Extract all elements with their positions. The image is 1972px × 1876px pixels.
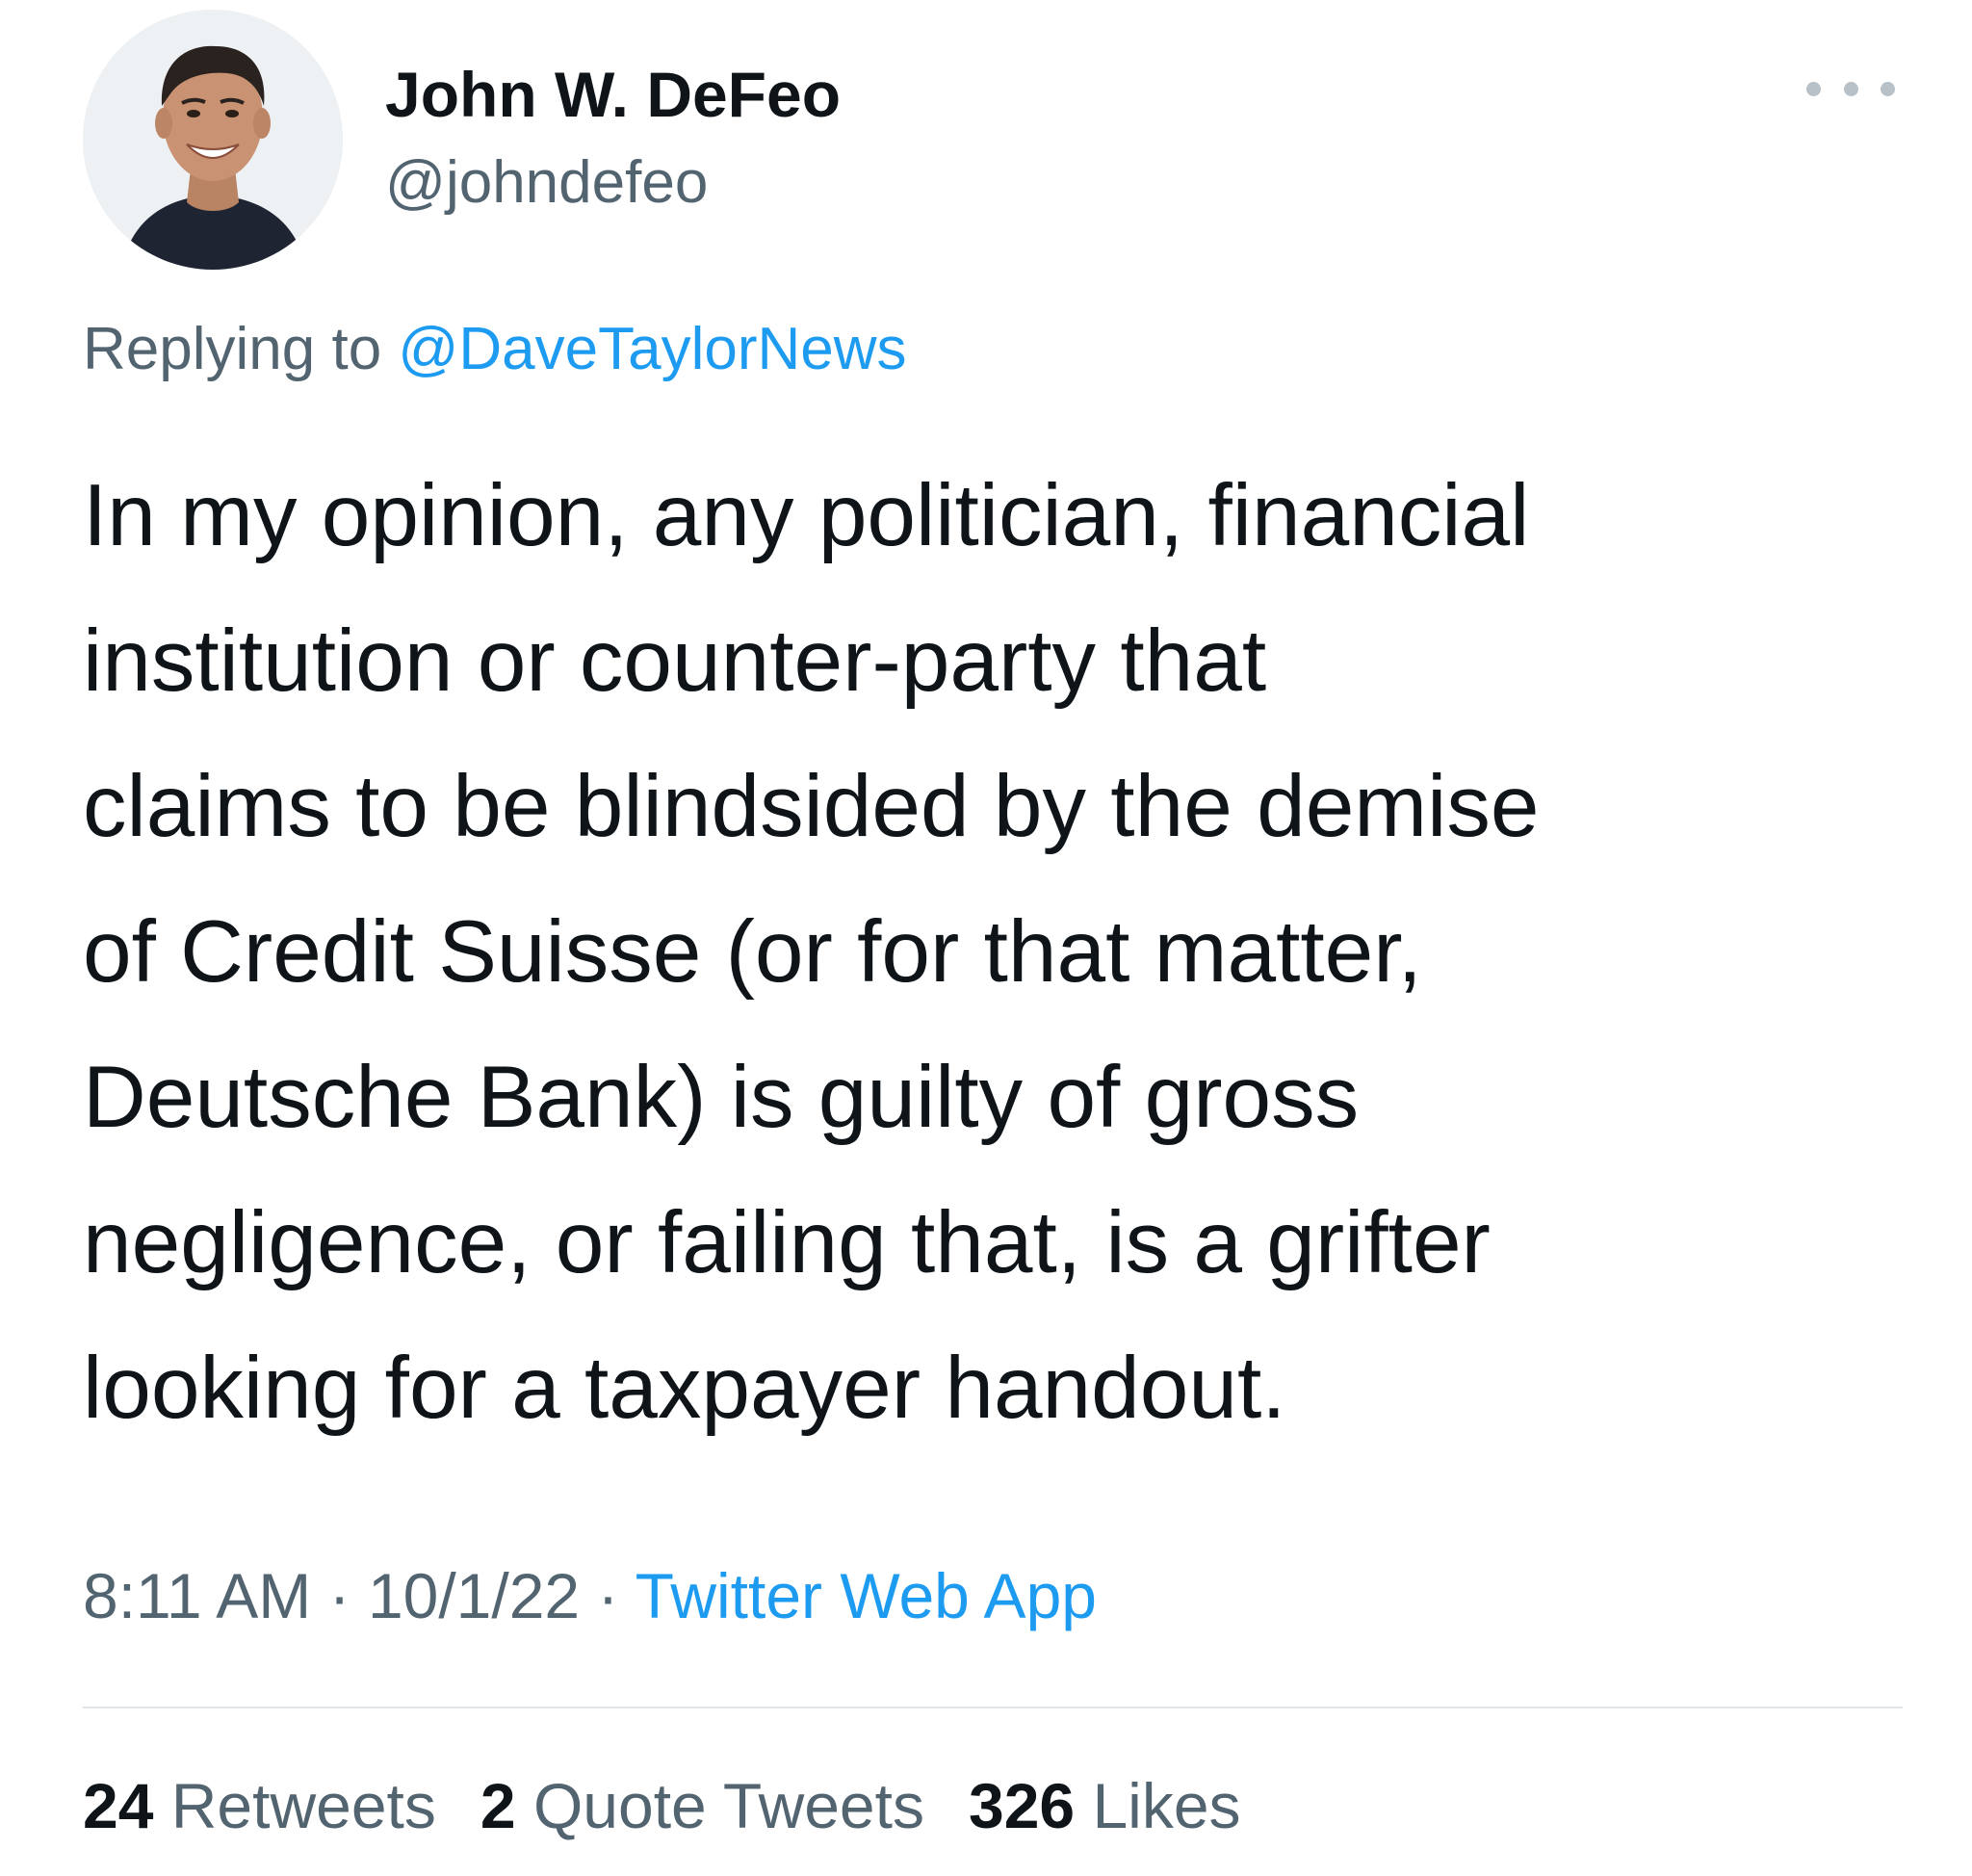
reply-mention-link[interactable]: @DaveTaylorNews xyxy=(398,316,906,382)
author-handle[interactable]: @johndefeo xyxy=(385,144,708,221)
likes-stat[interactable]: 326 Likes xyxy=(969,1762,1241,1849)
retweets-label: Retweets xyxy=(170,1770,436,1841)
quote-tweets-count: 2 xyxy=(480,1770,516,1841)
more-dot xyxy=(1806,81,1821,96)
retweets-count: 24 xyxy=(83,1770,154,1841)
more-dot xyxy=(1881,81,1895,96)
tweet-time[interactable]: 8:11 AM xyxy=(83,1560,311,1631)
tweet-text-line: negligence, or failing that, is a grifte… xyxy=(83,1194,1491,1291)
tweet-text: In my opinion, any politician, financial… xyxy=(83,443,1932,1461)
tweet-source-link[interactable]: Twitter Web App xyxy=(636,1560,1097,1631)
quote-tweets-label: Quote Tweets xyxy=(532,1770,924,1841)
replying-to: Replying to @DaveTaylorNews xyxy=(83,306,907,393)
meta-separator: · xyxy=(328,1560,350,1631)
engagement-stats: 24 Retweets 2 Quote Tweets 326 Likes xyxy=(83,1762,1241,1849)
tweet-text-line: In my opinion, any politician, financial xyxy=(83,467,1530,564)
avatar-photo xyxy=(83,10,343,270)
tweet-meta: 8:11 AM · 10/1/22 · Twitter Web App xyxy=(83,1552,1097,1639)
more-options-icon[interactable] xyxy=(1806,69,1895,108)
divider xyxy=(83,1707,1903,1708)
tweet-card: John W. DeFeo @johndefeo Replying to @Da… xyxy=(0,0,1972,1876)
tweet-text-line: claims to be blindsided by the demise xyxy=(83,758,1540,855)
likes-label: Likes xyxy=(1092,1770,1241,1841)
tweet-text-line: looking for a taxpayer handout. xyxy=(83,1340,1286,1437)
replying-to-label: Replying to xyxy=(83,316,382,382)
more-dot xyxy=(1843,81,1858,96)
retweets-stat[interactable]: 24 Retweets xyxy=(83,1762,436,1849)
tweet-text-line: institution or counter-party that xyxy=(83,612,1267,710)
tweet-text-line: Deutsche Bank) is guilty of gross xyxy=(83,1049,1360,1146)
meta-separator: · xyxy=(597,1560,619,1631)
author-display-name[interactable]: John W. DeFeo xyxy=(385,56,841,133)
tweet-text-line: of Credit Suisse (or for that matter, xyxy=(83,903,1422,1001)
avatar[interactable] xyxy=(83,10,343,270)
tweet-date[interactable]: 10/1/22 xyxy=(368,1560,580,1631)
likes-count: 326 xyxy=(968,1770,1076,1841)
quote-tweets-stat[interactable]: 2 Quote Tweets xyxy=(480,1762,924,1849)
